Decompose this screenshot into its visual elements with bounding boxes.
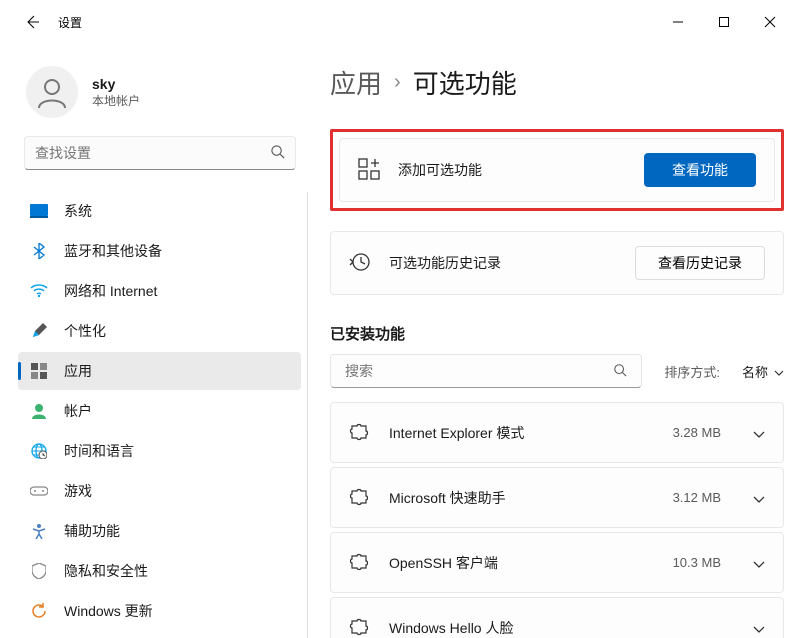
chevron-down-icon	[753, 425, 765, 441]
feature-search-input[interactable]	[345, 363, 613, 379]
history-label: 可选功能历史记录	[389, 253, 617, 273]
history-card: 可选功能历史记录 查看历史记录	[330, 231, 784, 295]
chevron-down-icon	[753, 555, 765, 571]
back-button[interactable]	[22, 14, 42, 30]
accessibility-icon	[30, 522, 48, 540]
sidebar-item-time[interactable]: 时间和语言	[18, 432, 301, 470]
sort-label: 排序方式:	[664, 362, 720, 381]
user-subtitle: 本地帐户	[92, 92, 140, 109]
search-icon	[613, 363, 627, 380]
system-icon	[30, 202, 48, 220]
avatar	[26, 66, 78, 118]
feature-row[interactable]: Windows Hello 人脸	[330, 597, 784, 638]
sidebar-item-label: 游戏	[64, 481, 92, 501]
sidebar-item-update[interactable]: Windows 更新	[18, 592, 301, 630]
feature-search-box[interactable]	[330, 354, 642, 388]
feature-size: 3.28 MB	[673, 425, 721, 440]
bluetooth-icon	[30, 242, 48, 260]
sort-dropdown[interactable]: 名称	[742, 362, 784, 381]
user-name: sky	[92, 76, 140, 92]
sidebar-item-system[interactable]: 系统	[18, 192, 301, 230]
search-box[interactable]	[24, 136, 296, 170]
feature-name: Windows Hello 人脸	[389, 618, 701, 638]
sidebar-item-label: 隐私和安全性	[64, 561, 148, 581]
sidebar-item-label: 辅助功能	[64, 521, 120, 541]
installed-section-title: 已安装功能	[330, 323, 784, 344]
sidebar-item-label: 个性化	[64, 321, 106, 341]
feature-name: Microsoft 快速助手	[389, 488, 653, 508]
window-title: 设置	[58, 14, 82, 31]
add-feature-card: 添加可选功能 查看功能	[339, 138, 775, 202]
sidebar-item-label: 时间和语言	[64, 441, 134, 461]
add-feature-label: 添加可选功能	[398, 160, 626, 180]
wifi-icon	[30, 282, 48, 300]
feature-size: 10.3 MB	[673, 555, 721, 570]
titlebar: 设置	[0, 0, 806, 44]
sidebar-item-label: 应用	[64, 361, 92, 381]
sidebar: sky 本地帐户 系统 蓝牙和其他设备 网络和 Internet	[0, 44, 308, 638]
user-profile[interactable]: sky 本地帐户	[18, 56, 302, 136]
chevron-right-icon: ›	[394, 71, 401, 94]
breadcrumb-current: 可选功能	[413, 64, 517, 101]
sidebar-item-label: 蓝牙和其他设备	[64, 241, 162, 261]
search-input[interactable]	[35, 145, 270, 161]
nav-list: 系统 蓝牙和其他设备 网络和 Internet 个性化 应用 帐户	[18, 192, 308, 638]
globe-icon	[30, 442, 48, 460]
sidebar-item-privacy[interactable]: 隐私和安全性	[18, 552, 301, 590]
sidebar-item-label: 系统	[64, 201, 92, 221]
feature-name: Internet Explorer 模式	[389, 423, 653, 443]
apps-icon	[30, 362, 48, 380]
filter-row: 排序方式: 名称	[330, 354, 784, 388]
minimize-button[interactable]	[664, 8, 692, 36]
paint-icon	[30, 322, 48, 340]
sidebar-item-accessibility[interactable]: 辅助功能	[18, 512, 301, 550]
sidebar-item-label: Windows 更新	[64, 601, 153, 621]
puzzle-icon	[349, 486, 369, 509]
view-features-button[interactable]: 查看功能	[644, 153, 756, 187]
close-button[interactable]	[756, 8, 784, 36]
chevron-down-icon	[753, 490, 765, 506]
feature-size: 3.12 MB	[673, 490, 721, 505]
add-feature-icon	[358, 158, 380, 183]
breadcrumb: 应用 › 可选功能	[330, 64, 784, 101]
chevron-down-icon	[753, 620, 765, 636]
search-icon	[270, 144, 285, 162]
sidebar-item-accounts[interactable]: 帐户	[18, 392, 301, 430]
feature-name: OpenSSH 客户端	[389, 553, 653, 573]
highlight-annotation: 添加可选功能 查看功能	[330, 129, 784, 211]
sidebar-item-label: 帐户	[64, 401, 92, 421]
puzzle-icon	[349, 421, 369, 444]
sidebar-item-bluetooth[interactable]: 蓝牙和其他设备	[18, 232, 301, 270]
feature-row[interactable]: Microsoft 快速助手 3.12 MB	[330, 467, 784, 528]
gaming-icon	[30, 482, 48, 500]
sidebar-item-network[interactable]: 网络和 Internet	[18, 272, 301, 310]
person-icon	[30, 402, 48, 420]
sidebar-item-gaming[interactable]: 游戏	[18, 472, 301, 510]
breadcrumb-parent[interactable]: 应用	[330, 64, 382, 101]
shield-icon	[30, 562, 48, 580]
main-content: 应用 › 可选功能 添加可选功能 查看功能 可选功能历史记录 查看历史记录 已安…	[308, 44, 806, 638]
puzzle-icon	[349, 551, 369, 574]
update-icon	[30, 602, 48, 620]
maximize-button[interactable]	[710, 8, 738, 36]
puzzle-icon	[349, 616, 369, 638]
history-icon	[349, 251, 371, 276]
sidebar-item-apps[interactable]: 应用	[18, 352, 301, 390]
feature-row[interactable]: OpenSSH 客户端 10.3 MB	[330, 532, 784, 593]
view-history-button[interactable]: 查看历史记录	[635, 246, 765, 280]
feature-row[interactable]: Internet Explorer 模式 3.28 MB	[330, 402, 784, 463]
sidebar-item-personalization[interactable]: 个性化	[18, 312, 301, 350]
sidebar-item-label: 网络和 Internet	[64, 281, 157, 301]
chevron-down-icon	[774, 364, 784, 379]
